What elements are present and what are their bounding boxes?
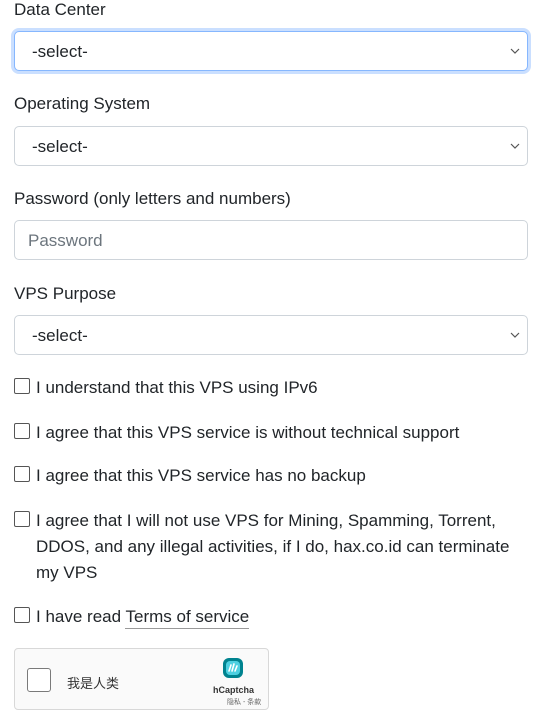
acceptable-use-checkbox[interactable] xyxy=(14,511,30,527)
password-placeholder: Password xyxy=(28,231,103,250)
data-center-select[interactable]: -select- xyxy=(14,31,528,71)
vps-purpose-value: -select- xyxy=(32,326,88,345)
data-center-label: Data Center xyxy=(14,0,106,19)
captcha-brand: hCaptcha xyxy=(213,685,255,695)
ipv6-checkbox[interactable] xyxy=(14,378,30,394)
chevron-down-icon xyxy=(510,332,520,338)
no-backup-checkbox[interactable] xyxy=(14,466,30,482)
agreement-text: I agree that this VPS service is without… xyxy=(36,423,460,442)
hcaptcha-widget: 我是人类 hCaptcha 隐私 - 条款 xyxy=(14,648,269,710)
terms-of-service-link[interactable]: Terms of service xyxy=(125,607,250,629)
hcaptcha-logo-icon xyxy=(223,658,243,678)
vps-order-form: Data Center -select- Operating System -s… xyxy=(0,0,542,715)
no-support-checkbox[interactable] xyxy=(14,423,30,439)
tos-text: I have read Terms of service xyxy=(36,604,250,630)
captcha-checkbox[interactable] xyxy=(27,668,51,692)
chevron-down-icon xyxy=(510,143,520,149)
captcha-links[interactable]: 隐私 - 条款 xyxy=(227,697,261,707)
agreement-text: I agree that I will not use VPS for Mini… xyxy=(36,511,510,582)
tos-prefix: I have read xyxy=(36,607,122,626)
vps-purpose-label: VPS Purpose xyxy=(14,284,117,303)
agreement-text: I understand that this VPS using IPv6 xyxy=(36,378,318,397)
tos-checkbox[interactable] xyxy=(14,607,30,623)
password-label: Password (only letters and numbers) xyxy=(14,189,291,208)
agreement-text: I agree that this VPS service has no bac… xyxy=(36,466,366,485)
operating-system-select[interactable]: -select- xyxy=(14,126,528,166)
operating-system-value: -select- xyxy=(32,137,88,156)
chevron-down-icon xyxy=(510,48,520,54)
operating-system-label: Operating System xyxy=(14,94,151,113)
vps-purpose-select[interactable]: -select- xyxy=(14,315,528,355)
password-field[interactable]: Password xyxy=(14,220,528,260)
captcha-label: 我是人类 xyxy=(67,676,120,691)
data-center-value: -select- xyxy=(32,42,88,61)
